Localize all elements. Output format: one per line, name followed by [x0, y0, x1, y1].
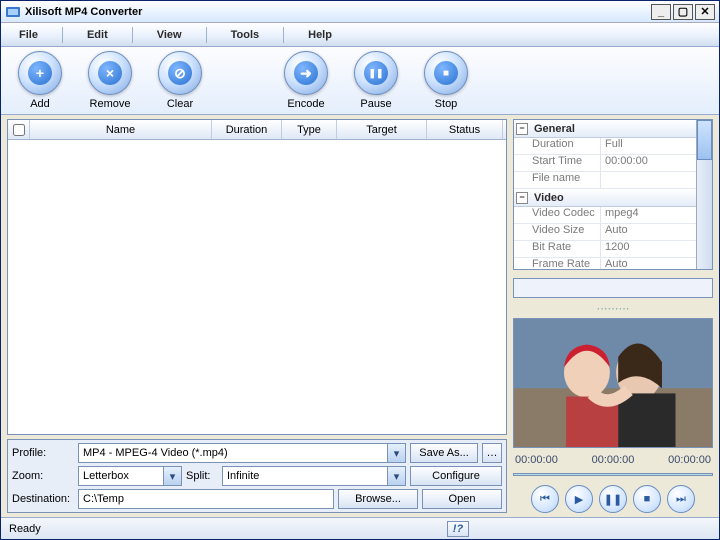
- col-target[interactable]: Target: [337, 120, 427, 139]
- skip-back-button[interactable]: ⏮: [531, 485, 559, 513]
- scrollbar-thumb[interactable]: [697, 120, 712, 160]
- property-row[interactable]: Video Codecmpeg4: [514, 207, 696, 224]
- chevron-down-icon: ▾: [387, 467, 405, 485]
- property-row[interactable]: Video SizeAuto: [514, 224, 696, 241]
- toolbar-label: Remove: [90, 98, 131, 110]
- properties-scrollbar[interactable]: [696, 120, 712, 269]
- playback-pause-button[interactable]: ❚❚: [599, 485, 627, 513]
- remove-button[interactable]: ×: [88, 51, 132, 95]
- help-button[interactable]: !?: [447, 521, 469, 537]
- settings-panel: Profile: MP4 - MPEG-4 Video (*.mp4)▾ Sav…: [7, 439, 507, 513]
- toolbar-label: Pause: [360, 98, 391, 110]
- toolbar-label: Encode: [287, 98, 324, 110]
- profile-select[interactable]: MP4 - MPEG-4 Video (*.mp4)▾: [78, 443, 406, 463]
- zoom-label: Zoom:: [12, 470, 74, 482]
- video-preview[interactable]: [513, 318, 713, 448]
- col-type[interactable]: Type: [282, 120, 337, 139]
- menubar: File Edit View Tools Help: [1, 23, 719, 47]
- skip-forward-button[interactable]: ⏭: [667, 485, 695, 513]
- add-button[interactable]: +: [18, 51, 62, 95]
- toolbar: + Add × Remove ⊘ Clear ➜ Encode ❚❚ Pause ■ Sto…: [1, 47, 719, 115]
- x-icon: ×: [98, 61, 122, 85]
- stop-icon: ■: [434, 61, 458, 85]
- app-window: { "title": "Xilisoft MP4 Converter", "me…: [0, 0, 720, 540]
- grid-header: Name Duration Type Target Status: [8, 120, 506, 140]
- destination-label: Destination:: [12, 493, 74, 505]
- toolbar-label: Stop: [435, 98, 458, 110]
- col-duration[interactable]: Duration: [212, 120, 282, 139]
- clear-icon: ⊘: [168, 61, 192, 85]
- encode-button[interactable]: ➜: [284, 51, 328, 95]
- collapse-icon[interactable]: −: [516, 123, 528, 135]
- clear-button[interactable]: ⊘: [158, 51, 202, 95]
- configure-button[interactable]: Configure: [410, 466, 502, 486]
- zoom-select[interactable]: Letterbox▾: [78, 466, 182, 486]
- menu-edit[interactable]: Edit: [81, 27, 114, 43]
- file-list[interactable]: Name Duration Type Target Status: [7, 119, 507, 435]
- grid-body[interactable]: [8, 140, 506, 434]
- collapse-icon[interactable]: −: [516, 192, 528, 204]
- app-icon: [5, 4, 21, 20]
- destination-input[interactable]: C:\Temp: [78, 489, 334, 509]
- split-select[interactable]: Infinite▾: [222, 466, 406, 486]
- property-group[interactable]: −Video: [514, 189, 696, 207]
- playback-controls: ⏮ ▶ ❚❚ ■ ⏭: [513, 485, 713, 513]
- toolbar-label: Clear: [167, 98, 193, 110]
- menu-help[interactable]: Help: [302, 27, 338, 43]
- split-label: Split:: [186, 470, 218, 482]
- status-bar: Ready !?: [1, 517, 719, 539]
- seek-slider[interactable]: [513, 473, 713, 476]
- stop-button[interactable]: ■: [424, 51, 468, 95]
- window-title: Xilisoft MP4 Converter: [25, 6, 649, 18]
- save-as-button[interactable]: Save As...: [410, 443, 478, 463]
- maximize-button[interactable]: ▢: [673, 4, 693, 20]
- property-row[interactable]: Frame RateAuto: [514, 258, 696, 269]
- config-area[interactable]: [513, 278, 713, 298]
- pause-button[interactable]: ❚❚: [354, 51, 398, 95]
- play-button[interactable]: ▶: [565, 485, 593, 513]
- properties-panel: −GeneralDurationFullStart Time00:00:00Fi…: [513, 119, 713, 270]
- status-text: Ready: [9, 523, 41, 535]
- chevron-down-icon: ▾: [387, 444, 405, 462]
- select-all-checkbox[interactable]: [13, 124, 25, 136]
- property-row[interactable]: DurationFull: [514, 138, 696, 155]
- menu-view[interactable]: View: [151, 27, 188, 43]
- property-row[interactable]: Start Time00:00:00: [514, 155, 696, 172]
- pause-icon: ❚❚: [364, 61, 388, 85]
- playback-stop-button[interactable]: ■: [633, 485, 661, 513]
- menu-file[interactable]: File: [13, 27, 44, 43]
- property-row[interactable]: File name: [514, 172, 696, 189]
- chevron-down-icon: ▾: [163, 467, 181, 485]
- timeline: 00:00:00 00:00:00 00:00:00: [513, 454, 713, 466]
- splitter-grip[interactable]: ⋯⋯⋯: [513, 304, 713, 312]
- menu-tools[interactable]: Tools: [225, 27, 266, 43]
- col-name[interactable]: Name: [30, 120, 212, 139]
- more-button[interactable]: …: [482, 443, 502, 463]
- browse-button[interactable]: Browse...: [338, 489, 418, 509]
- close-button[interactable]: ✕: [695, 4, 715, 20]
- minimize-button[interactable]: _: [651, 4, 671, 20]
- col-status[interactable]: Status: [427, 120, 503, 139]
- toolbar-label: Add: [30, 98, 50, 110]
- property-row[interactable]: Bit Rate1200: [514, 241, 696, 258]
- profile-label: Profile:: [12, 447, 74, 459]
- titlebar: Xilisoft MP4 Converter _ ▢ ✕: [1, 1, 719, 23]
- property-group[interactable]: −General: [514, 120, 696, 138]
- plus-icon: +: [28, 61, 52, 85]
- open-button[interactable]: Open: [422, 489, 502, 509]
- arrow-right-icon: ➜: [294, 61, 318, 85]
